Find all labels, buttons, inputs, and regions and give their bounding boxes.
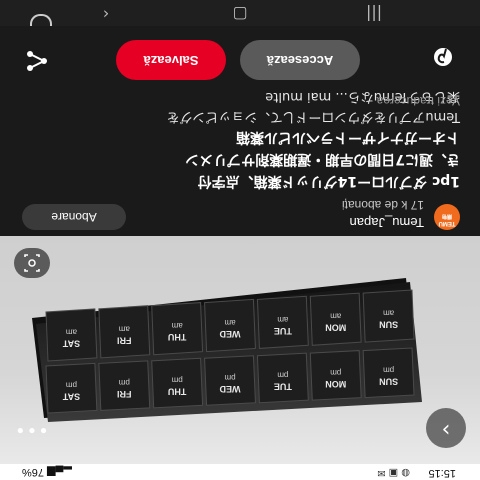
compartment-period-label: pm xyxy=(171,376,182,385)
compartment-day-label: WED xyxy=(219,384,240,394)
system-navbar: ||| ▢ ‹ xyxy=(0,0,480,26)
email-icon: ✉ xyxy=(377,467,386,478)
seller-row: TEMU 購物 Temu_Japan 17 k de abonați Abonar… xyxy=(0,192,480,236)
signal-icon: ▂▄▆ xyxy=(47,466,72,478)
recent-apps-icon[interactable]: ||| xyxy=(354,5,394,24)
compartment-period-label: am xyxy=(224,318,235,327)
status-bar: 15:15 ◍ ▣ ✉ ▂▄▆ 76% xyxy=(0,464,480,480)
compartment-day-label: SAT xyxy=(62,392,80,402)
compartment-period-label: am xyxy=(66,327,77,336)
visual-search-button[interactable] xyxy=(14,248,50,278)
compartment-period-label: pm xyxy=(277,370,288,379)
compartment-period-label: am xyxy=(383,309,394,318)
compartment-day-label: THU xyxy=(168,332,187,342)
pill-organizer-image: SUN pm MON pm TUE pm WED pm THU pm FRI pm SAT pm SUN am… xyxy=(32,278,422,422)
share-icon[interactable] xyxy=(24,48,50,74)
compartment-period-label: pm xyxy=(118,378,129,387)
partial-icon xyxy=(30,14,52,26)
compartment-day-label: MON xyxy=(325,323,346,333)
action-bar: Accesează Salvează xyxy=(0,26,480,86)
seller-followers: 17 k de abonați xyxy=(341,198,424,212)
compartment-day-label: SUN xyxy=(379,320,398,330)
compartment-day-label: MON xyxy=(325,379,346,389)
home-icon[interactable]: ▢ xyxy=(220,5,260,24)
compartment-period-label: am xyxy=(330,312,341,321)
compartment-period-label: pm xyxy=(224,373,235,382)
compartment-day-label: FRI xyxy=(117,335,132,345)
seller-logo[interactable]: TEMU 購物 xyxy=(434,204,460,230)
compartment-period-label: am xyxy=(171,321,182,330)
compartment-day-label: FRI xyxy=(117,389,132,399)
more-options-icon[interactable]: ••• xyxy=(14,419,49,440)
seller-name[interactable]: Temu_Japan xyxy=(350,215,424,230)
caption-line: き、週に7日間の早期・遅期薬剤サプリメン xyxy=(185,151,460,167)
battery-level: 76% xyxy=(22,466,45,478)
compartment-day-label: WED xyxy=(219,329,240,339)
whatsapp-icon: ◍ xyxy=(401,467,410,478)
screen: 15:15 ◍ ▣ ✉ ▂▄▆ 76% SUN pm MON pm TUE pm WED pm… xyxy=(0,0,480,480)
compartment-day-label: TUE xyxy=(274,326,292,336)
compartment-period-label: am xyxy=(118,324,129,333)
back-icon[interactable]: ‹ xyxy=(86,5,126,24)
next-image-button[interactable]: › xyxy=(426,408,466,448)
compartment-period-label: pm xyxy=(383,365,394,374)
status-right: ▂▄▆ 76% xyxy=(22,466,72,479)
compartment-day-label: SUN xyxy=(379,376,398,386)
caption-line: トオーガナイザートラベルピル薬箱 xyxy=(236,129,460,145)
compartment-day-label: THU xyxy=(168,387,187,397)
clock: 15:15 xyxy=(428,467,456,479)
save-button[interactable]: Salvează xyxy=(116,40,226,80)
notification-icons: ◍ ▣ ✉ xyxy=(377,467,410,478)
caption-line: 1pc ダブルロー14グリッド薬箱、点字付 xyxy=(197,173,460,189)
compartment-period-label: am xyxy=(277,315,288,324)
visit-button[interactable]: Accesează xyxy=(240,40,360,80)
see-translation-link[interactable]: Vezi traducerea xyxy=(377,94,460,108)
pin-image[interactable]: SUN pm MON pm TUE pm WED pm THU pm FRI pm SAT pm SUN am… xyxy=(0,236,480,464)
compartment-period-label: pm xyxy=(330,368,341,377)
compartment-day-label: TUE xyxy=(274,381,292,391)
compartment-day-label: SAT xyxy=(62,338,80,348)
caption-line: Temuアプリをダウンロードして、ショッピングを xyxy=(166,109,460,124)
picture-icon: ▣ xyxy=(388,467,399,478)
pinterest-icon[interactable] xyxy=(428,42,458,72)
lens-icon xyxy=(24,254,40,272)
subscribe-button[interactable]: Abonare xyxy=(22,204,126,230)
compartment-period-label: pm xyxy=(66,381,77,390)
